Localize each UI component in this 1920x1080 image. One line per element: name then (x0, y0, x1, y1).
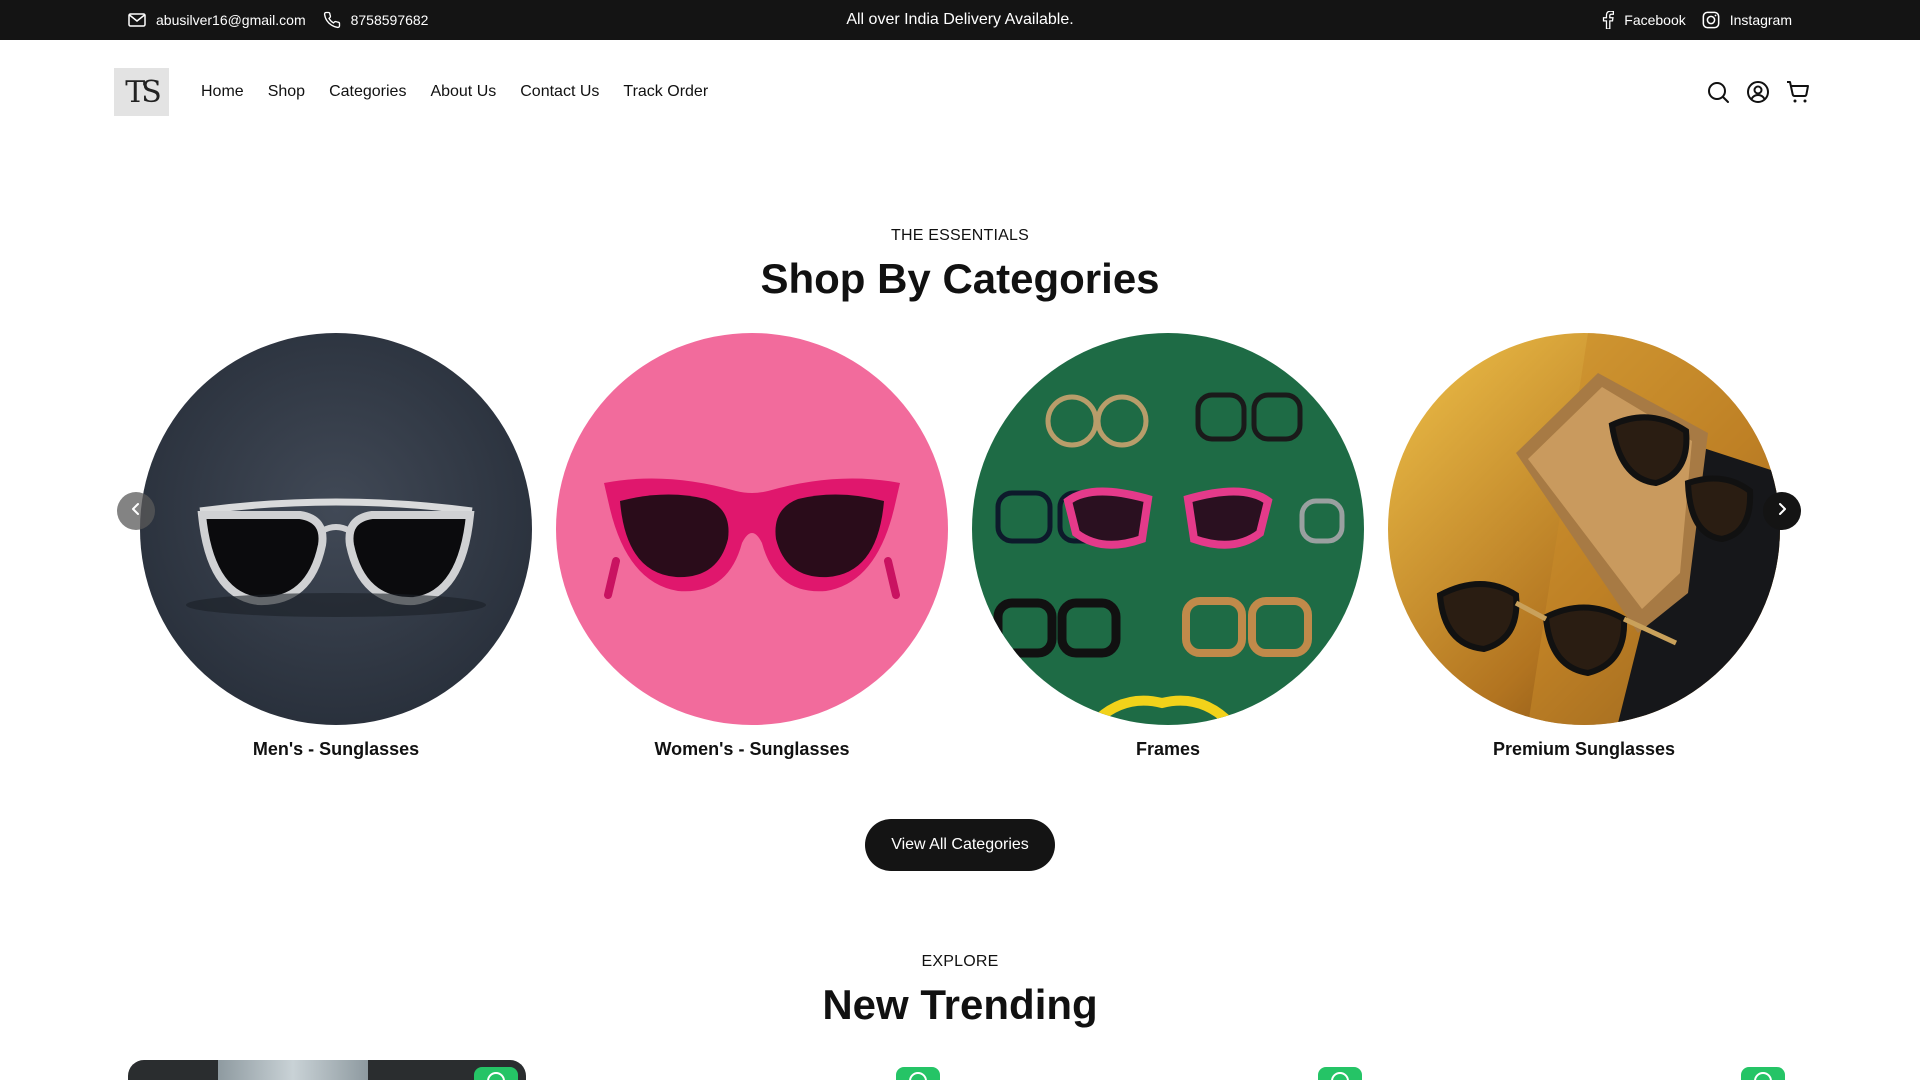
site-header: TS Home Shop Categories About Us Contact… (0, 40, 1920, 144)
instagram-icon (1702, 11, 1720, 29)
category-card-womens[interactable]: Women's - Sunglasses (556, 333, 948, 759)
womens-sunglasses-image[interactable] (556, 333, 948, 725)
mens-sunglasses-image[interactable] (140, 333, 532, 725)
category-name[interactable]: Premium Sunglasses (1388, 739, 1780, 760)
category-card-mens[interactable]: Men's - Sunglasses (140, 333, 532, 759)
search-icon[interactable] (1706, 80, 1730, 104)
carousel-next-button[interactable] (1763, 492, 1801, 530)
site-logo[interactable]: TS (114, 68, 169, 116)
chevron-right-icon (1775, 502, 1789, 521)
main-nav: Home Shop Categories About Us Contact Us… (201, 82, 732, 102)
trending-product-card[interactable] (128, 1060, 526, 1080)
nav-track-order[interactable]: Track Order (623, 82, 708, 102)
facebook-link[interactable]: Facebook (1602, 11, 1686, 29)
facebook-label: Facebook (1624, 12, 1686, 28)
nav-about-us[interactable]: About Us (430, 82, 496, 102)
mail-icon (128, 13, 146, 27)
nav-categories[interactable]: Categories (329, 82, 406, 102)
nav-shop[interactable]: Shop (268, 82, 305, 102)
top-bar: abusilver16@gmail.com 8758597682 All ove… (0, 0, 1920, 40)
category-name[interactable]: Frames (972, 739, 1364, 760)
category-card-frames[interactable]: Frames (972, 333, 1364, 759)
user-icon[interactable] (1746, 80, 1770, 104)
nav-home[interactable]: Home (201, 82, 244, 102)
whatsapp-icon[interactable] (1741, 1067, 1785, 1080)
whatsapp-icon[interactable] (896, 1067, 940, 1080)
categories-title: Shop By Categories (760, 255, 1160, 302)
premium-sunglasses-image[interactable] (1388, 333, 1780, 725)
announcement-text: All over India Delivery Available. (846, 11, 1074, 28)
cart-icon[interactable] (1786, 80, 1810, 104)
whatsapp-icon[interactable] (1318, 1067, 1362, 1080)
nav-contact-us[interactable]: Contact Us (520, 82, 599, 102)
category-name[interactable]: Women's - Sunglasses (556, 739, 948, 760)
whatsapp-icon[interactable] (474, 1067, 518, 1080)
frames-image[interactable] (972, 333, 1364, 725)
chevron-left-icon (129, 502, 143, 521)
trending-eyebrow: EXPLORE (921, 953, 999, 970)
phone-text: 8758597682 (350, 12, 429, 28)
categories-eyebrow: THE ESSENTIALS (891, 227, 1029, 244)
carousel-prev-button[interactable] (117, 492, 155, 530)
category-name[interactable]: Men's - Sunglasses (140, 739, 532, 760)
instagram-link[interactable]: Instagram (1702, 11, 1792, 29)
email-link[interactable]: abusilver16@gmail.com (128, 12, 306, 28)
phone-link[interactable]: 8758597682 (323, 11, 429, 29)
instagram-label: Instagram (1729, 12, 1792, 28)
category-card-premium[interactable]: Premium Sunglasses (1388, 333, 1780, 759)
product-image[interactable] (218, 1060, 368, 1080)
phone-icon (323, 11, 341, 29)
facebook-icon (1602, 11, 1615, 29)
view-all-categories-button[interactable]: View All Categories (865, 819, 1055, 871)
trending-title: New Trending (822, 981, 1098, 1028)
email-text: abusilver16@gmail.com (156, 12, 306, 28)
